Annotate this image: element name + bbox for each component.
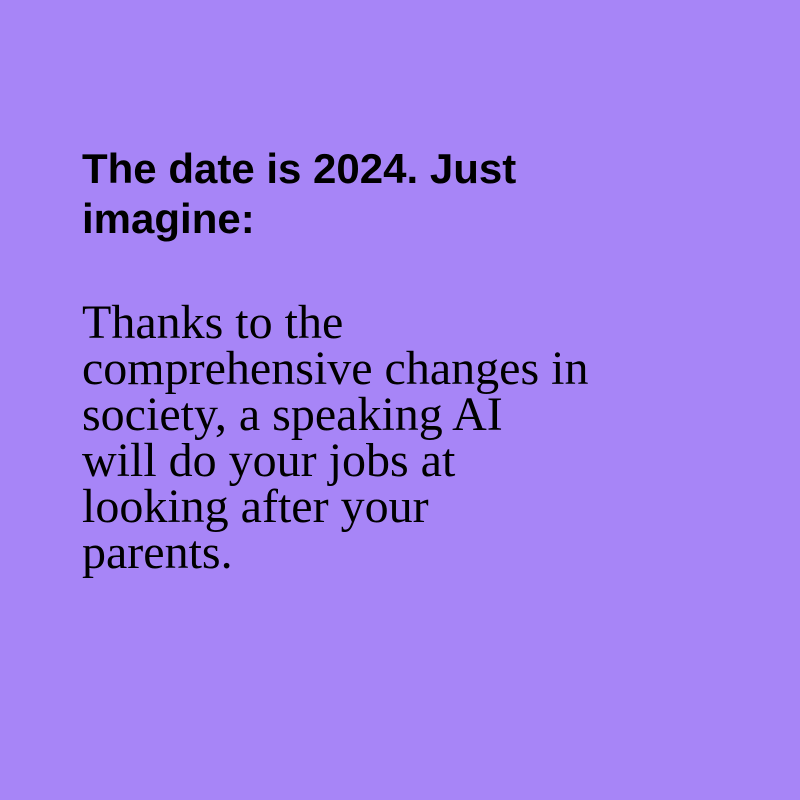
body-line: comprehensive changes in [82, 342, 589, 395]
body-line: Thanks to the [82, 296, 344, 349]
body-line: society, a speaking AI [82, 388, 503, 441]
headline: The date is 2024. Just imagine: [82, 144, 722, 244]
headline-line: imagine: [82, 195, 255, 242]
post-card: The date is 2024. Just imagine: Thanks t… [0, 0, 800, 800]
body-line: parents. [82, 526, 233, 579]
headline-line: The date is 2024. Just [82, 145, 517, 192]
body-line: looking after your [82, 480, 429, 533]
body-paragraph: Thanks to the comprehensive changes in s… [82, 296, 722, 579]
body-line: will do your jobs at [82, 434, 456, 487]
